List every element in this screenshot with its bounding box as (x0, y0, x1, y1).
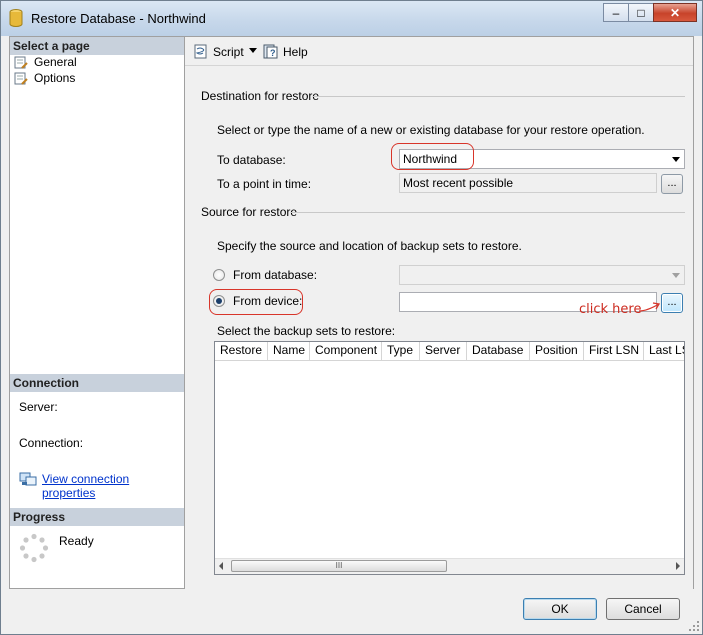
script-dropdown-arrow[interactable] (249, 48, 257, 53)
toolbar: Script ? Help (185, 37, 693, 66)
annotation-circle-from-device (209, 289, 303, 315)
page-item-label: Options (34, 71, 76, 85)
maximize-button[interactable]: □ (628, 3, 654, 22)
view-connection-properties-link[interactable]: View connection properties (42, 472, 184, 500)
window-title: Restore Database - Northwind (31, 11, 206, 26)
select-page-header: Select a page (10, 37, 184, 55)
progress-status: Ready (59, 534, 94, 548)
window-controls: – □ ✕ (603, 3, 697, 23)
connection-properties-icon (19, 472, 37, 486)
ok-button[interactable]: OK (523, 598, 597, 620)
horizontal-scrollbar[interactable]: III (215, 558, 684, 574)
database-cylinder-icon (9, 9, 23, 27)
page-wrench-icon (14, 72, 28, 85)
minimize-button[interactable]: – (603, 3, 629, 22)
group-divider (291, 212, 685, 213)
column-header-database[interactable]: Database (467, 342, 530, 360)
backup-sets-grid[interactable]: Restore Name Component Type Server Datab… (214, 341, 685, 575)
sidebar: Select a page General Options Connection… (9, 36, 185, 589)
progress-spinner-icon (19, 533, 49, 563)
column-header-position[interactable]: Position (530, 342, 584, 360)
progress-header: Progress (10, 508, 184, 526)
column-header-type[interactable]: Type (382, 342, 420, 360)
column-header-component[interactable]: Component (310, 342, 382, 360)
from-database-combobox[interactable] (399, 265, 685, 285)
grid-header: Restore Name Component Type Server Datab… (215, 342, 684, 361)
page-item-label: General (34, 55, 77, 69)
page-item-general[interactable]: General (14, 54, 77, 70)
connection-header: Connection (10, 374, 184, 392)
script-label: Script (213, 44, 244, 59)
source-group-title: Source for restore (201, 205, 298, 219)
svg-text:?: ? (270, 48, 276, 58)
from-database-radio[interactable] (213, 269, 225, 281)
column-header-first-lsn[interactable]: First LSN (584, 342, 644, 360)
point-in-time-label: To a point in time: (217, 177, 312, 191)
scroll-right-icon[interactable] (676, 562, 680, 570)
destination-instruction: Select or type the name of a new or exis… (217, 123, 645, 137)
click-here-annotation: click here (579, 302, 642, 317)
from-database-label[interactable]: From database: (233, 268, 317, 282)
script-icon (194, 44, 207, 59)
scroll-left-icon[interactable] (219, 562, 223, 570)
help-icon: ? (263, 44, 278, 59)
restore-database-window: Restore Database - Northwind – □ ✕ Selec… (0, 0, 703, 635)
to-database-label: To database: (217, 153, 286, 167)
connection-label: Connection: (19, 436, 84, 450)
annotation-arrow-icon (638, 302, 661, 312)
column-header-server[interactable]: Server (420, 342, 467, 360)
page-wrench-icon (14, 56, 28, 69)
chevron-down-icon (249, 48, 257, 53)
help-button[interactable]: ? Help (263, 44, 308, 59)
column-header-last-lsn[interactable]: Last LS (644, 342, 684, 360)
resize-grip-icon[interactable] (689, 621, 699, 631)
cancel-button[interactable]: Cancel (606, 598, 680, 620)
backup-sets-label: Select the backup sets to restore: (217, 324, 396, 338)
column-header-name[interactable]: Name (268, 342, 310, 360)
chevron-down-icon (672, 273, 680, 278)
help-label: Help (283, 44, 308, 59)
close-button[interactable]: ✕ (653, 3, 697, 22)
scroll-thumb[interactable]: III (231, 560, 447, 572)
column-header-restore[interactable]: Restore (215, 342, 268, 360)
source-instruction: Specify the source and location of backu… (217, 239, 522, 253)
point-in-time-value: Most recent possible (403, 176, 514, 190)
point-in-time-field: Most recent possible (399, 173, 657, 193)
group-divider (313, 96, 685, 97)
point-in-time-browse-button[interactable]: ... (661, 174, 683, 194)
chevron-down-icon[interactable] (672, 157, 680, 162)
page-item-options[interactable]: Options (14, 70, 75, 86)
script-button[interactable]: Script (193, 44, 244, 59)
from-device-browse-button[interactable]: ... (661, 293, 683, 313)
destination-group-title: Destination for restore (201, 89, 320, 103)
annotation-circle-to-database (391, 143, 474, 170)
title-bar[interactable]: Restore Database - Northwind – □ ✕ (1, 1, 702, 36)
server-label: Server: (19, 400, 58, 414)
